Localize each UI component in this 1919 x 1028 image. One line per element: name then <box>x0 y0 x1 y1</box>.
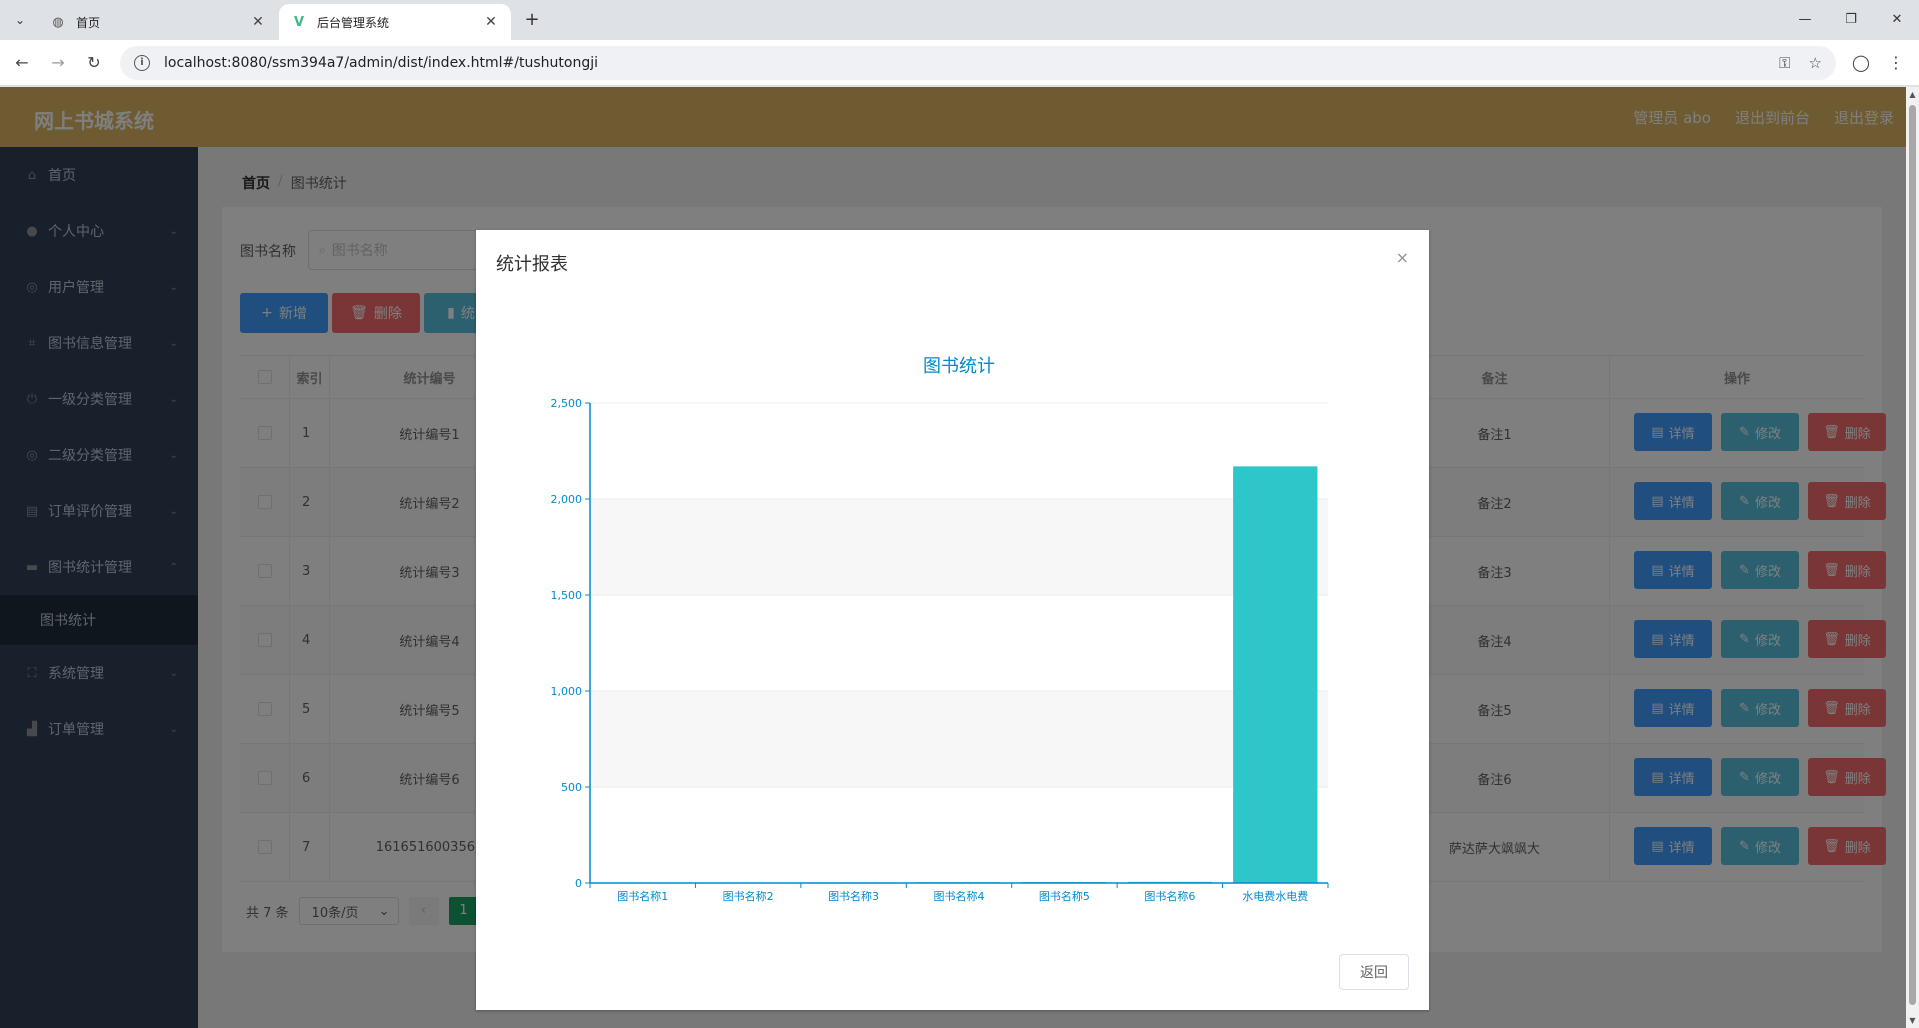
dialog-title: 统计报表 <box>496 254 568 275</box>
vue-logo-icon: V <box>293 14 305 30</box>
y-tick-label: 1,500 <box>551 589 583 602</box>
scroll-down-icon[interactable]: ▼ <box>1908 1016 1917 1025</box>
close-icon[interactable]: × <box>1396 248 1409 267</box>
close-icon[interactable]: ✕ <box>483 14 499 30</box>
y-tick-label: 2,500 <box>551 397 583 410</box>
reload-icon[interactable]: ↻ <box>82 51 106 75</box>
chart-container: 图书统计 0 500 1,000 1,500 2,000 2,500 图书名称1 图书名称2 图书… <box>496 290 1409 930</box>
bar <box>1233 466 1318 883</box>
y-tick-label: 500 <box>561 781 582 794</box>
star-icon[interactable]: ☆ <box>1809 54 1822 72</box>
bar-chart: 图书统计 0 500 1,000 1,500 2,000 2,500 图书名称1 图书名称2 图书… <box>551 356 1329 903</box>
window-close-icon[interactable]: ✕ <box>1874 0 1919 40</box>
url-text[interactable]: localhost:8080/ssm394a7/admin/dist/index… <box>164 55 1761 71</box>
back-button[interactable]: 返回 <box>1339 954 1409 990</box>
tab-title: 首页 <box>76 15 101 30</box>
stats-report-dialog: 统计报表 × 图书统计 0 500 1,000 1,500 2,000 2,500 图书名称1… <box>476 230 1429 1010</box>
forward-icon[interactable]: → <box>46 51 70 75</box>
grid-band <box>590 499 1328 595</box>
x-tick-label: 图书名称4 <box>934 889 985 903</box>
chart-title: 图书统计 <box>923 356 995 377</box>
y-tick-label: 0 <box>575 877 582 890</box>
info-icon[interactable]: i <box>134 55 150 71</box>
key-icon[interactable]: ⚿ <box>1779 54 1790 72</box>
profile-icon[interactable]: ◯ <box>1849 51 1873 75</box>
back-icon[interactable]: ← <box>10 51 34 75</box>
x-tick-label: 图书名称3 <box>828 889 879 903</box>
globe-icon: ◍ <box>52 14 64 30</box>
x-tick-label: 图书名称6 <box>1144 889 1195 903</box>
close-icon[interactable]: ✕ <box>250 14 266 30</box>
restore-icon[interactable]: ❐ <box>1828 0 1874 40</box>
browser-tab-home[interactable]: ◍ 首页 ✕ <box>38 4 278 40</box>
browser-tab-bar: ⌄ ◍ 首页 ✕ V 后台管理系统 ✕ + — ❐ ✕ <box>0 0 1919 40</box>
browser-toolbar: ← → ↻ i localhost:8080/ssm394a7/admin/di… <box>0 40 1919 86</box>
x-tick-label: 图书名称1 <box>617 889 668 903</box>
x-tick-label: 图书名称2 <box>723 889 774 903</box>
y-tick-label: 2,000 <box>551 493 583 506</box>
new-tab-icon[interactable]: + <box>520 8 544 32</box>
tab-search-icon[interactable]: ⌄ <box>8 8 32 32</box>
minimize-icon[interactable]: — <box>1782 0 1828 40</box>
y-tick-label: 1,000 <box>551 685 583 698</box>
scroll-up-icon[interactable]: ▲ <box>1908 90 1917 99</box>
page-scrollbar[interactable]: ▲ ▼ <box>1906 87 1919 1028</box>
scrollbar-thumb[interactable] <box>1909 105 1916 1005</box>
browser-tab-admin[interactable]: V 后台管理系统 ✕ <box>279 4 511 40</box>
grid-band <box>590 691 1328 787</box>
tab-title: 后台管理系统 <box>317 15 390 30</box>
address-bar[interactable]: i localhost:8080/ssm394a7/admin/dist/ind… <box>120 46 1836 80</box>
x-tick-label: 水电费水电费 <box>1242 890 1308 903</box>
x-tick-label: 图书名称5 <box>1039 889 1090 903</box>
more-menu-icon[interactable]: ⋮ <box>1884 51 1908 75</box>
